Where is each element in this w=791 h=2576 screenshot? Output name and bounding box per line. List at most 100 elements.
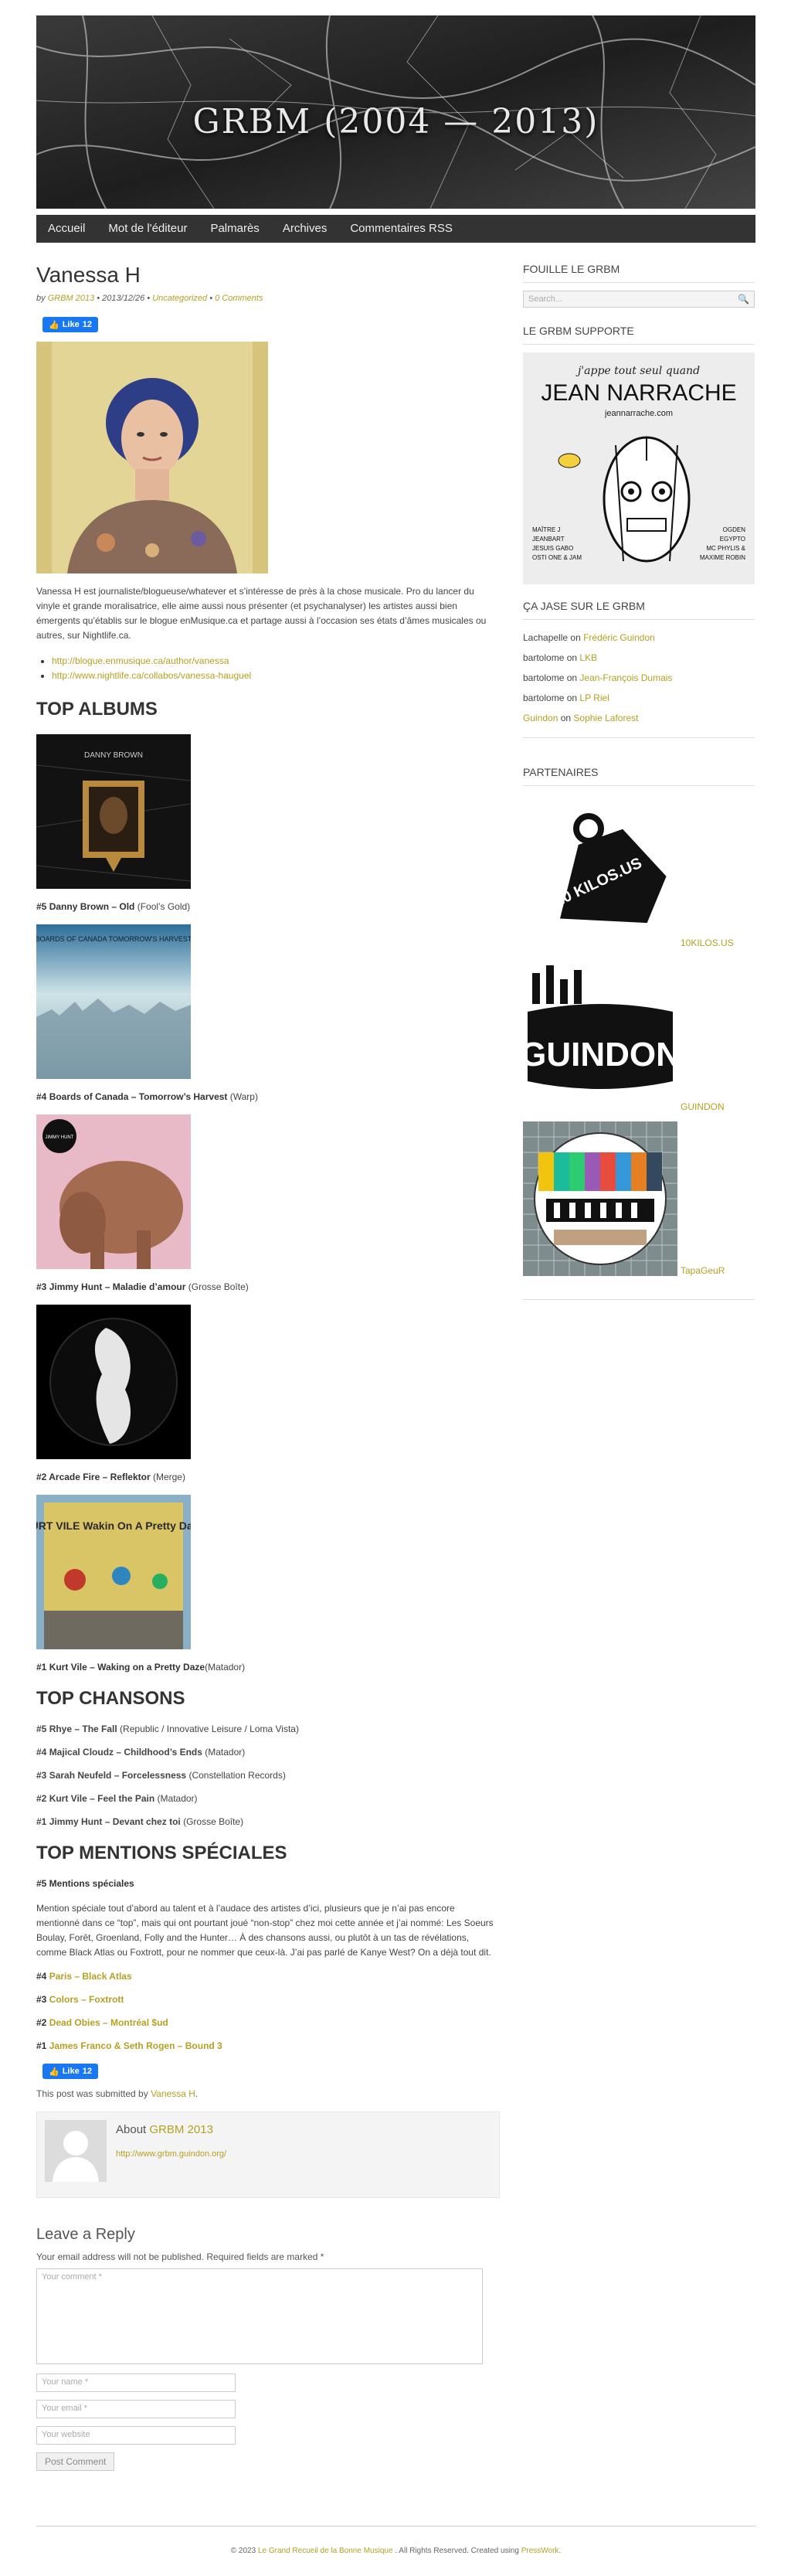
mention-item: #3 Colors – Foxtrott [36, 1994, 500, 2005]
meta-author-link[interactable]: GRBM 2013 [48, 294, 95, 303]
jean-narrache-ad[interactable]: j'appe tout seul quand JEAN NARRACHE jea… [523, 352, 755, 584]
mention-link[interactable]: Dead Obies – Montréal $ud [49, 2017, 168, 2028]
fb-like-label: Like [62, 320, 80, 329]
post-comment-button[interactable]: Post Comment [36, 2452, 115, 2471]
fb-like-button[interactable]: 👍 Like 12 [42, 317, 98, 332]
song-rank: #2 [36, 1793, 49, 1804]
nav-item-mot-de-l-editeur[interactable]: Mot de l'éditeur [97, 215, 199, 243]
about-author-link[interactable]: GRBM 2013 [149, 2123, 213, 2136]
main-nav: Accueil Mot de l'éditeur Palmarès Archiv… [36, 215, 755, 243]
partner-link[interactable]: TapaGeuR [681, 1265, 725, 1276]
song-rank: #1 [36, 1816, 49, 1827]
comment-post-link[interactable]: LKB [579, 652, 597, 663]
name-input[interactable]: Your name * [36, 2374, 236, 2392]
search-placeholder: Search... [528, 294, 563, 304]
album-title: Kurt Vile – Waking on a Pretty Daze [49, 1662, 205, 1673]
song-label: (Matador) [154, 1793, 198, 1804]
fb-like-bottom: 👍 Like 12 [42, 2064, 500, 2079]
cover-text: KURT VILE Wakin On A Pretty Daze [36, 1519, 191, 1532]
link-item: http://blogue.enmusique.ca/author/vaness… [52, 654, 500, 669]
site-title[interactable]: GRBM (2004 — 2013) [36, 102, 755, 141]
search-input[interactable]: Search... 🔍 [523, 291, 755, 308]
sidebar-divider [523, 1299, 755, 1300]
comment-post-link[interactable]: LP Riel [579, 692, 609, 703]
post-title[interactable]: Vanessa H [36, 263, 500, 288]
nav-item-accueil[interactable]: Accueil [36, 215, 97, 243]
post-intro: Vanessa H est journaliste/blogueuse/what… [36, 586, 487, 641]
header-banner[interactable]: GRBM (2004 — 2013) [36, 15, 755, 209]
thumbs-up-icon: 👍 [49, 2067, 59, 2077]
song-title: Kurt Vile – Feel the Pain [49, 1793, 155, 1804]
song-item: #4 Majical Cloudz – Childhood’s Ends (Ma… [36, 1747, 500, 1758]
album-label: (Merge) [150, 1472, 185, 1482]
album-caption: #3 Jimmy Hunt – Maladie d’amour (Grosse … [36, 1281, 500, 1292]
comment-author-link[interactable]: Guindon [523, 713, 558, 723]
email-input[interactable]: Your email * [36, 2400, 236, 2418]
comment-post-link[interactable]: Jean-François Dumais [579, 672, 672, 683]
link-item: http://www.nightlife.ca/collabos/vanessa… [52, 669, 500, 683]
meta-comments-link[interactable]: 0 Comments [215, 294, 263, 303]
partner-link[interactable]: GUINDON [681, 1101, 725, 1112]
nav-item-archives[interactable]: Archives [271, 215, 339, 243]
comment-item: bartolome on Jean-François Dumais [523, 668, 755, 688]
comment-post-link[interactable]: Sophie Laforest [573, 713, 638, 723]
album-caption: #2 Arcade Fire – Reflektor (Merge) [36, 1472, 500, 1482]
comment-item: Guindon on Sophie Laforest [523, 708, 755, 728]
album-rank: #2 [36, 1472, 49, 1482]
comment-author: bartolome [523, 652, 565, 663]
nav-item-palmares[interactable]: Palmarès [199, 215, 270, 243]
comment-author: bartolome [523, 692, 565, 703]
song-title: Rhye – The Fall [49, 1724, 117, 1734]
author-photo [36, 342, 268, 573]
footer-site-link[interactable]: Le Grand Recueil de la Bonne Musique [258, 2547, 393, 2555]
partner-10kilos: 10 KILOS.US 10KILOS.US [523, 794, 755, 948]
top-albums-heading: TOP ALBUMS [36, 699, 158, 720]
meta-sep: • [207, 294, 216, 303]
tapageur-logo[interactable] [523, 1121, 677, 1276]
comment-post-link[interactable]: Frédéric Guindon [583, 632, 655, 643]
comment-author: bartolome [523, 672, 565, 683]
fb-like-button[interactable]: 👍 Like 12 [42, 2064, 98, 2079]
album-rank: #4 [36, 1091, 49, 1102]
about-url-link[interactable]: http://www.grbm.guindon.org/ [116, 2149, 226, 2159]
ad-left-2: JESUIS GABO [532, 545, 573, 552]
mention-rank: #3 [36, 1994, 49, 2005]
website-input[interactable]: Your website [36, 2426, 236, 2445]
cover-text: BOARDS OF CANADA TOMORROW'S HARVEST [36, 935, 191, 943]
ad-left-3: OSTI ONE & JAM [532, 554, 582, 561]
album-label: (Fool’s Gold) [134, 901, 191, 912]
comment-item: bartolome on LKB [523, 648, 755, 668]
link-enmusique[interactable]: http://blogue.enmusique.ca/author/vaness… [52, 655, 229, 666]
mention-link[interactable]: Colors – Foxtrott [49, 1994, 124, 2005]
ad-line3: jeannarrache.com [604, 409, 673, 418]
comments-heading: ÇA JASE SUR LE GRBM [523, 600, 755, 620]
comment-textarea[interactable]: Your comment * [36, 2268, 483, 2364]
submitted-author-link[interactable]: Vanessa H [151, 2088, 195, 2099]
song-title: Majical Cloudz – Childhood’s Ends [49, 1747, 202, 1758]
song-item: #2 Kurt Vile – Feel the Pain (Matador) [36, 1793, 500, 1804]
10kilos-logo[interactable]: 10 KILOS.US [523, 794, 677, 948]
comment-on: on [558, 713, 574, 723]
reply-notice: Your email address will not be published… [36, 2251, 324, 2262]
meta-category-link[interactable]: Uncategorized [152, 294, 207, 303]
song-rank: #3 [36, 1770, 49, 1781]
mention-link[interactable]: Paris – Black Atlas [49, 1971, 132, 1982]
partner-guindon: GUINDON GUINDON [523, 958, 755, 1112]
album-label: (Warp) [227, 1091, 258, 1102]
nav-item-commentaires-rss[interactable]: Commentaires RSS [338, 215, 464, 243]
album-title: Danny Brown – Old [49, 901, 135, 912]
album-rank: #5 [36, 901, 49, 912]
mention-item: #1 James Franco & Seth Rogen – Bound 3 [36, 2040, 500, 2051]
mention-text: Mention spéciale tout d’abord au talent … [36, 1903, 494, 1958]
partner-link[interactable]: 10KILOS.US [681, 938, 734, 948]
fb-like-top: 👍 Like 12 [42, 317, 500, 332]
footer-theme-link[interactable]: PressWork [521, 2547, 559, 2555]
mention-link[interactable]: James Franco & Seth Rogen – Bound 3 [49, 2040, 222, 2051]
link-nightlife[interactable]: http://www.nightlife.ca/collabos/vanessa… [52, 670, 251, 681]
search-icon[interactable]: 🔍 [738, 294, 749, 305]
album-title: Boards of Canada – Tomorrow’s Harvest [49, 1091, 228, 1102]
guindon-logo[interactable]: GUINDON [523, 958, 677, 1112]
comment-on: on [564, 692, 580, 703]
song-item: #3 Sarah Neufeld – Forcelessness (Conste… [36, 1770, 500, 1781]
album-cover-jimmy-hunt: JIMMY HUNT [36, 1114, 191, 1269]
